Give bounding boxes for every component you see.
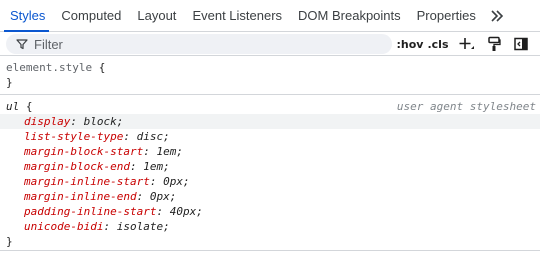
declaration-row: margin-inline-end: 0px; xyxy=(24,190,177,203)
property-name: margin-block-start xyxy=(24,145,144,158)
declaration-row: padding-inline-start: 40px; xyxy=(24,205,203,218)
element-style-selector[interactable]: element.style xyxy=(6,61,92,74)
element-style-selector-line: element.style { xyxy=(0,60,540,75)
open-brace: { xyxy=(92,61,106,74)
ua-rule-selector: ul xyxy=(6,100,20,113)
property-name: display xyxy=(24,115,71,128)
property-value: 1em xyxy=(143,160,164,173)
paint-roller-icon xyxy=(488,36,501,51)
property-value: 0px xyxy=(149,190,170,203)
chevron-double-right-icon xyxy=(491,9,504,22)
tab-styles[interactable]: Styles xyxy=(0,0,53,32)
open-brace: { xyxy=(19,100,33,113)
tab-dom-breakpoints[interactable]: DOM Breakpoints xyxy=(290,0,409,31)
property-value: disc xyxy=(136,130,164,143)
property-name: padding-inline-start xyxy=(24,205,157,218)
property-name: list-style-type xyxy=(24,130,124,143)
toggle-element-state-button[interactable]: :hov xyxy=(397,35,424,53)
element-style-rule: element.style { } xyxy=(0,56,540,95)
property-value: 0px xyxy=(163,175,183,188)
close-brace: } xyxy=(6,76,13,89)
declaration-row: unicode-bidi: isolate; xyxy=(24,220,170,233)
element-style-close-line[interactable]: } xyxy=(0,75,540,90)
tab-computed[interactable]: Computed xyxy=(53,0,129,31)
property-value: block xyxy=(83,115,117,128)
declaration-row: margin-block-start: 1em; xyxy=(24,145,183,158)
property-name: margin-inline-start xyxy=(24,175,150,188)
styles-pane: element.style { } ul { user agent stylesh… xyxy=(0,56,540,251)
filter-funnel-icon xyxy=(16,39,28,50)
new-style-rule-button[interactable] xyxy=(457,35,477,53)
ua-style-rule: ul { user agent stylesheet display: block… xyxy=(0,95,540,251)
property-value: 1em xyxy=(156,145,177,158)
property-name: margin-inline-end xyxy=(24,190,137,203)
styles-toolbar: :hov .cls xyxy=(0,32,540,56)
property-value: isolate xyxy=(116,220,164,233)
element-classes-button[interactable]: .cls xyxy=(427,35,449,53)
tab-properties[interactable]: Properties xyxy=(409,0,484,31)
property-value: 40px xyxy=(169,205,197,218)
ua-rule-selector-line: ul { user agent stylesheet xyxy=(0,99,540,114)
panel-tab-bar: Styles Computed Layout Event Listeners D… xyxy=(0,0,540,32)
declaration-row: margin-block-end: 1em; xyxy=(24,160,170,173)
toggle-sidebar-button[interactable] xyxy=(512,35,530,53)
declaration-row: list-style-type: disc; xyxy=(24,130,170,143)
property-name: margin-block-end xyxy=(24,160,130,173)
close-brace: } xyxy=(6,235,13,248)
filter-box[interactable] xyxy=(6,34,392,54)
tab-layout[interactable]: Layout xyxy=(129,0,184,31)
ua-rule-close-line: } xyxy=(0,234,540,249)
tab-event-listeners[interactable]: Event Listeners xyxy=(184,0,290,31)
plus-icon xyxy=(459,38,474,49)
rule-origin-label: user agent stylesheet xyxy=(396,100,536,113)
property-name: unicode-bidi xyxy=(24,220,104,233)
filter-input[interactable] xyxy=(34,34,374,54)
toggle-sidebar-icon xyxy=(514,37,528,51)
color-format-button[interactable] xyxy=(485,35,503,53)
declaration-row: display: block; xyxy=(0,114,540,129)
more-tabs-button[interactable] xyxy=(486,0,508,31)
declaration-row: margin-inline-start: 0px; xyxy=(24,175,190,188)
